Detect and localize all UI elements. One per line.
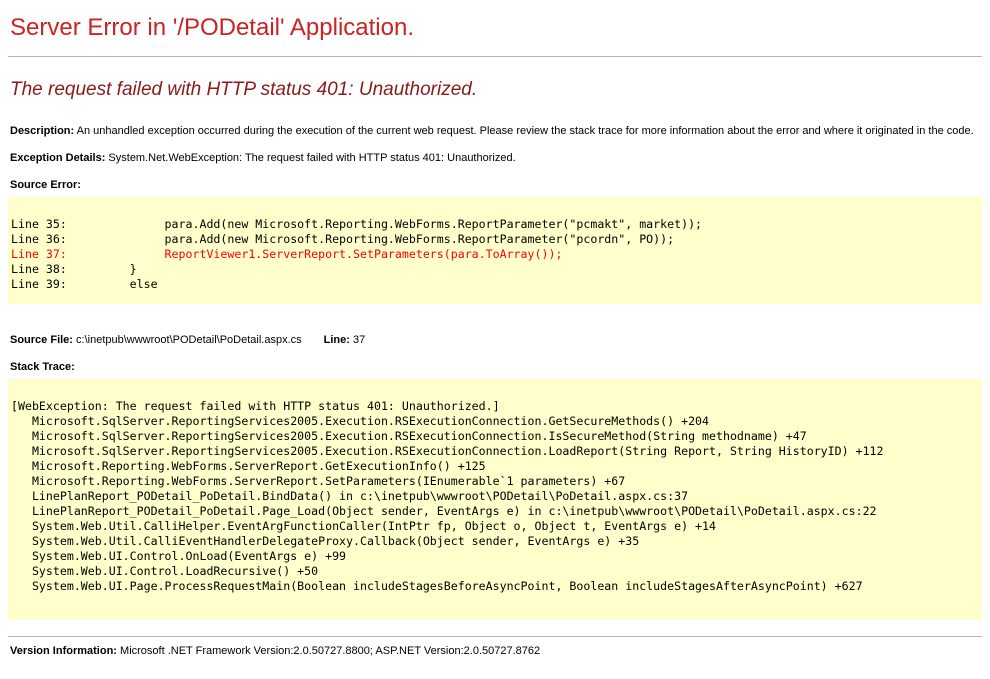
page-title: Server Error in '/PODetail' Application. [10,14,982,42]
version-info-text: Microsoft .NET Framework Version:2.0.507… [120,645,540,657]
code-error-line: Line 37: ReportViewer1.ServerReport.SetP… [11,247,562,261]
source-file-path: c:\inetpub\wwwroot\PODetail\PoDetail.asp… [76,334,302,346]
exception-details-text: System.Net.WebException: The request fai… [108,152,515,164]
source-error-code: Line 35: para.Add(new Microsoft.Reportin… [8,197,982,304]
code-lines-before: Line 35: para.Add(new Microsoft.Reportin… [11,217,702,246]
code-lines-after: Line 38: } Line 39: else [11,262,158,291]
line-number-value: 37 [353,334,365,346]
exception-details-label: Exception Details: [10,152,105,164]
stack-trace-box: [WebException: The request failed with H… [8,379,982,620]
source-file-line: Source File: c:\inetpub\wwwroot\PODetail… [10,334,982,346]
description-text: An unhandled exception occurred during t… [77,125,974,137]
exception-details-line: Exception Details: System.Net.WebExcepti… [10,152,982,164]
error-subtitle: The request failed with HTTP status 401:… [10,79,982,101]
source-error-box: Line 35: para.Add(new Microsoft.Reportin… [8,197,982,304]
header-divider [8,56,982,57]
version-info-label: Version Information: [10,645,117,657]
stack-trace-label: Stack Trace: [10,361,982,373]
footer-divider [8,636,982,637]
source-error-label: Source Error: [10,179,982,191]
version-info-line: Version Information: Microsoft .NET Fram… [10,645,982,657]
source-file-label: Source File: [10,334,73,346]
description-line: Description: An unhandled exception occu… [10,125,982,137]
stack-trace-text: [WebException: The request failed with H… [8,379,982,620]
description-label: Description: [10,125,74,137]
line-number-label: Line: [324,334,350,346]
